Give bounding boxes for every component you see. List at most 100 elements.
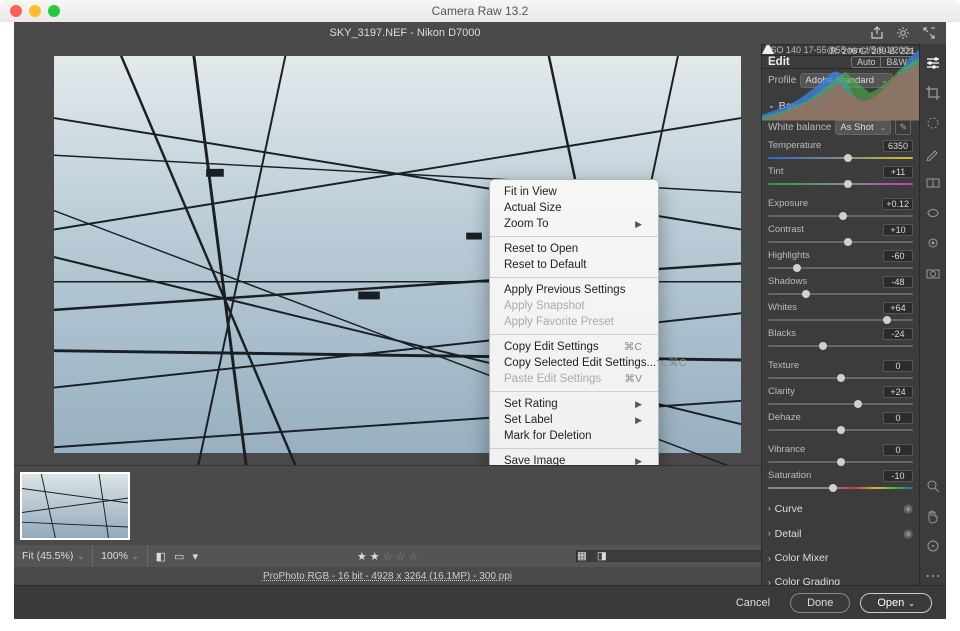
menu-copy-selected-edit[interactable]: Copy Selected Edit Settings...⌥⌘C — [490, 355, 658, 371]
preview-icon[interactable]: ▭ — [174, 550, 184, 563]
thumbnail[interactable] — [20, 472, 130, 540]
slider-saturation[interactable]: Saturation -10 — [762, 468, 919, 494]
slider-tint[interactable]: Tint +11 — [762, 164, 919, 190]
slider-value[interactable]: -48 — [883, 276, 913, 288]
footer-bar: Fit (45.5%)⌄ 100%⌄ ◧ ▭ ▾ ★★☆☆☆ ▦ ◨ — [14, 545, 761, 567]
slider-blacks[interactable]: Blacks -24 — [762, 326, 919, 352]
menu-actual-size[interactable]: Actual Size — [490, 200, 658, 216]
slider-value[interactable]: +64 — [883, 302, 913, 314]
menu-save-image[interactable]: Save Image▶ — [490, 453, 658, 465]
slider-value[interactable]: +24 — [883, 386, 913, 398]
radial-tool-icon[interactable] — [924, 204, 942, 222]
menu-reset-open[interactable]: Reset to Open — [490, 241, 658, 257]
slider-value[interactable]: +11 — [883, 166, 913, 178]
slider-value[interactable]: 6350 — [883, 140, 913, 152]
menu-fit-in-view[interactable]: Fit in View — [490, 184, 658, 200]
sampler-tool-icon[interactable] — [924, 537, 942, 555]
slider-dehaze[interactable]: Dehaze 0 — [762, 410, 919, 436]
redeye-tool-icon[interactable] — [924, 234, 942, 252]
wb-select[interactable]: As Shot⌄ — [835, 120, 891, 135]
gear-icon[interactable] — [896, 26, 910, 40]
slider-value[interactable]: 0 — [883, 412, 913, 424]
menu-reset-default[interactable]: Reset to Default — [490, 257, 658, 273]
slider-label: Temperature — [768, 140, 821, 152]
share-icon[interactable] — [870, 26, 884, 40]
menu-apply-snapshot: Apply Snapshot — [490, 298, 658, 314]
slider-label: Vibrance — [768, 444, 805, 456]
slider-vibrance[interactable]: Vibrance 0 — [762, 442, 919, 468]
dialog-buttons: Cancel Done Open⌄ — [14, 585, 946, 619]
slider-label: Saturation — [768, 470, 811, 482]
section-color-mixer[interactable]: ›Color Mixer — [762, 548, 919, 568]
menu-set-label[interactable]: Set Label▶ — [490, 412, 658, 428]
mac-titlebar: Camera Raw 13.2 — [0, 0, 960, 22]
filmstrip — [14, 465, 761, 545]
rating-stars[interactable]: ★★☆☆☆ — [357, 550, 418, 563]
gradient-tool-icon[interactable] — [924, 174, 942, 192]
slider-label: Texture — [768, 360, 799, 372]
slider-value[interactable]: -10 — [883, 470, 913, 482]
menu-set-rating[interactable]: Set Rating▶ — [490, 396, 658, 412]
brush-tool-icon[interactable] — [924, 144, 942, 162]
file-title: SKY_3197.NEF - Nikon D7000 — [14, 27, 796, 39]
eye-icon[interactable]: ◉ — [903, 527, 913, 540]
zoom-fit-select[interactable]: Fit (45.5%)⌄ — [14, 545, 93, 567]
filter-icon[interactable]: ▾ — [192, 550, 198, 563]
slider-contrast[interactable]: Contrast+10 — [762, 222, 919, 248]
slider-value[interactable]: -24 — [883, 328, 913, 340]
crop-tool-icon[interactable] — [924, 84, 942, 102]
slider-texture[interactable]: Texture 0 — [762, 358, 919, 384]
snapshot-tool-icon[interactable] — [924, 264, 942, 282]
section-color-grading[interactable]: ›Color Grading — [762, 572, 919, 585]
hand-tool-icon[interactable] — [924, 507, 942, 525]
canvas-area[interactable]: Fit in View Actual Size Zoom To▶ Reset t… — [14, 44, 761, 465]
menu-apply-previous[interactable]: Apply Previous Settings — [490, 282, 658, 298]
context-menu: Fit in View Actual Size Zoom To▶ Reset t… — [489, 179, 659, 465]
open-button[interactable]: Open⌄ — [860, 593, 932, 613]
slider-highlights[interactable]: Highlights -60 — [762, 248, 919, 274]
section-curve[interactable]: ›Curve◉ — [762, 498, 919, 519]
sidebar-toggle-icon[interactable]: ◨ — [597, 550, 607, 562]
section-detail[interactable]: ›Detail◉ — [762, 523, 919, 544]
slider-label: Whites — [768, 302, 797, 314]
camera-raw-app: SKY_3197.NEF - Nikon D7000 — [14, 22, 946, 619]
image-info-bar[interactable]: ProPhoto RGB - 16 bit - 4928 x 3264 (16.… — [14, 567, 761, 585]
menu-paste-edit: Paste Edit Settings⌘V — [490, 371, 658, 387]
slider-label: Blacks — [768, 328, 796, 340]
app-topbar: SKY_3197.NEF - Nikon D7000 — [14, 22, 946, 44]
more-tool-icon[interactable]: ⋯ — [924, 567, 942, 585]
slider-clarity[interactable]: Clarity+24 — [762, 384, 919, 410]
compare-icon[interactable]: ◧ — [156, 550, 166, 563]
slider-value[interactable]: 0 — [883, 360, 913, 372]
heal-tool-icon[interactable] — [924, 114, 942, 132]
vertical-toolbar: ⋯ — [919, 44, 946, 585]
zoom-100-button[interactable]: 100%⌄ — [93, 545, 148, 567]
menu-zoom-to[interactable]: Zoom To▶ — [490, 216, 658, 232]
grid-view-icon[interactable]: ▦ — [577, 550, 587, 562]
zoom-tool-icon[interactable] — [924, 477, 942, 495]
cancel-button[interactable]: Cancel — [726, 594, 780, 612]
window-title: Camera Raw 13.2 — [0, 4, 960, 18]
slider-exposure[interactable]: Exposure +0.12 — [762, 196, 919, 222]
wb-label: White balance — [768, 122, 831, 133]
eyedropper-icon[interactable]: ✎ — [895, 119, 911, 135]
slider-label: Exposure — [768, 198, 808, 210]
menu-mark-deletion[interactable]: Mark for Deletion — [490, 428, 658, 444]
menu-copy-edit[interactable]: Copy Edit Settings⌘C — [490, 339, 658, 355]
slider-value[interactable]: +10 — [883, 224, 913, 236]
done-button[interactable]: Done — [790, 593, 850, 613]
slider-temperature[interactable]: Temperature 6350 — [762, 138, 919, 164]
fullscreen-icon[interactable] — [922, 26, 936, 40]
histogram[interactable]: R: 206 G: 209 B: 221 — [762, 44, 919, 45]
slider-label: Tint — [768, 166, 783, 178]
slider-label: Dehaze — [768, 412, 801, 424]
edit-tool-icon[interactable] — [924, 54, 942, 72]
menu-apply-preset: Apply Favorite Preset — [490, 314, 658, 330]
slider-whites[interactable]: Whites +64 — [762, 300, 919, 326]
slider-value[interactable]: 0 — [883, 444, 913, 456]
slider-shadows[interactable]: Shadows-48 — [762, 274, 919, 300]
slider-label: Highlights — [768, 250, 810, 262]
eye-icon[interactable]: ◉ — [903, 502, 913, 515]
slider-value[interactable]: +0.12 — [882, 198, 913, 210]
slider-value[interactable]: -60 — [883, 250, 913, 262]
